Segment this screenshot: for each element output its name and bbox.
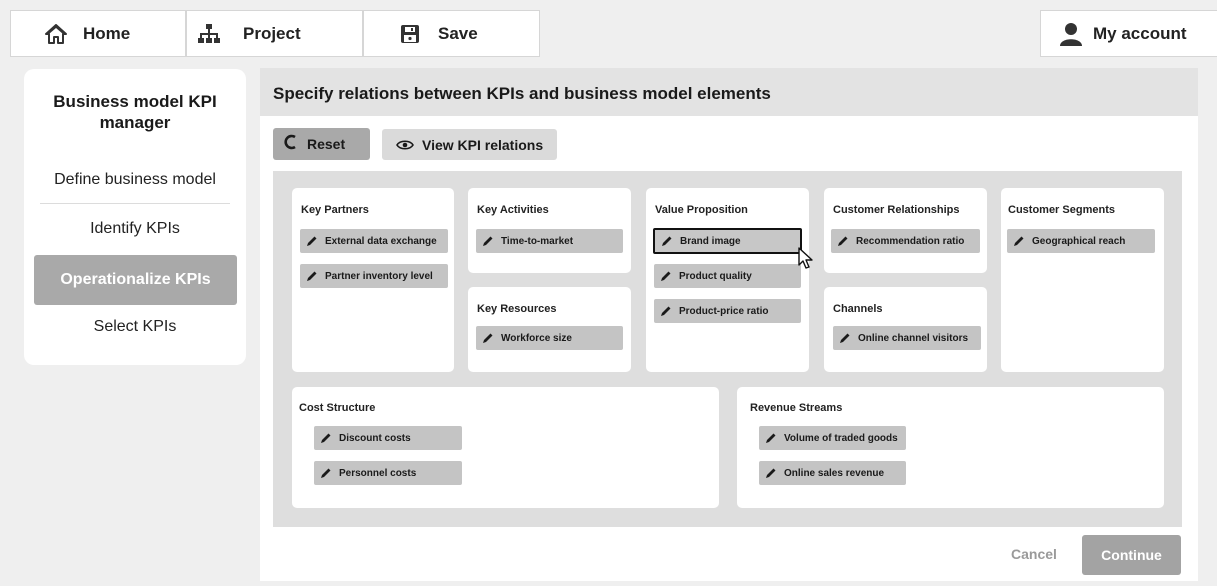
pencil-icon: [482, 235, 494, 247]
channels-card: Channels Online channel visitors: [824, 287, 987, 372]
reset-icon: [283, 133, 297, 156]
revenue-streams-card: Revenue Streams Volume of traded goods O…: [737, 387, 1164, 508]
eye-icon: [396, 139, 414, 151]
kpi-label: Product quality: [679, 270, 752, 282]
sidebar-title: Business model KPI manager: [53, 92, 217, 132]
sidebar-item-identify-kpis[interactable]: Identify KPIs: [24, 220, 246, 238]
pencil-icon: [320, 467, 332, 479]
kpi-chip-partner-inventory-level[interactable]: Partner inventory level: [300, 264, 448, 288]
channels-title: Channels: [833, 303, 883, 315]
customer-relationships-title: Customer Relationships: [833, 204, 960, 216]
value-proposition-card: Value Proposition Brand image Product qu…: [646, 188, 809, 372]
project-button[interactable]: Project: [186, 10, 363, 57]
revenue-streams-title: Revenue Streams: [750, 402, 843, 414]
kpi-label: Discount costs: [339, 432, 411, 444]
sitemap-icon: [197, 23, 221, 45]
cost-structure-card: Cost Structure Discount costs Personnel …: [292, 387, 719, 508]
kpi-label: Time-to-market: [501, 235, 574, 247]
home-button[interactable]: Home: [10, 10, 186, 57]
kpi-chip-brand-image[interactable]: Brand image: [653, 228, 802, 254]
kpi-chip-product-price-ratio[interactable]: Product-price ratio: [654, 299, 801, 323]
sidebar: Business model KPI manager Define busine…: [24, 69, 246, 365]
home-icon: [45, 23, 67, 44]
page-title: Specify relations between KPIs and busin…: [260, 68, 1198, 116]
main-panel: Specify relations between KPIs and busin…: [260, 68, 1198, 581]
home-label: Home: [83, 23, 131, 43]
key-partners-card: Key Partners External data exchange Part…: [292, 188, 454, 372]
kpi-chip-discount-costs[interactable]: Discount costs: [314, 426, 462, 450]
kpi-label: Workforce size: [501, 332, 572, 344]
reset-label: Reset: [307, 136, 346, 152]
kpi-chip-volume-of-traded-goods[interactable]: Volume of traded goods: [759, 426, 906, 450]
view-kpi-relations-label: View KPI relations: [422, 136, 544, 153]
pencil-icon: [765, 432, 777, 444]
pencil-icon: [306, 235, 318, 247]
pencil-icon: [1013, 235, 1025, 247]
kpi-chip-geographical-reach[interactable]: Geographical reach: [1007, 229, 1155, 253]
kpi-label: Partner inventory level: [325, 270, 433, 282]
user-icon: [1059, 22, 1083, 46]
kpi-label: Volume of traded goods: [784, 432, 898, 444]
kpi-chip-time-to-market[interactable]: Time-to-market: [476, 229, 623, 253]
kpi-label: Brand image: [680, 235, 741, 247]
sidebar-divider: [40, 203, 230, 204]
project-label: Project: [243, 23, 301, 43]
key-activities-card: Key Activities Time-to-market: [468, 188, 631, 273]
kpi-label: Personnel costs: [339, 467, 417, 479]
pencil-icon: [661, 235, 673, 247]
account-label: My account: [1093, 23, 1187, 43]
pencil-icon: [660, 305, 672, 317]
sidebar-item-define-business-model[interactable]: Define business model: [24, 171, 246, 189]
pencil-icon: [660, 270, 672, 282]
kpi-chip-online-sales-revenue[interactable]: Online sales revenue: [759, 461, 906, 485]
key-activities-title: Key Activities: [477, 204, 549, 216]
business-model-canvas: Key Partners External data exchange Part…: [273, 171, 1182, 527]
key-partners-title: Key Partners: [301, 204, 369, 216]
key-resources-card: Key Resources Workforce size: [468, 287, 631, 372]
kpi-chip-recommendation-ratio[interactable]: Recommendation ratio: [831, 229, 980, 253]
kpi-label: Geographical reach: [1032, 235, 1126, 247]
pencil-icon: [320, 432, 332, 444]
cost-structure-title: Cost Structure: [299, 402, 376, 414]
customer-segments-card: Customer Segments Geographical reach: [1001, 188, 1164, 372]
pencil-icon: [306, 270, 318, 282]
customer-segments-title: Customer Segments: [1008, 204, 1115, 216]
top-navigation-bar: Home Project Save My account: [10, 10, 1217, 57]
kpi-chip-personnel-costs[interactable]: Personnel costs: [314, 461, 462, 485]
reset-button[interactable]: Reset: [273, 128, 370, 160]
pencil-icon: [482, 332, 494, 344]
pencil-icon: [765, 467, 777, 479]
save-label: Save: [438, 23, 478, 43]
kpi-chip-external-data-exchange[interactable]: External data exchange: [300, 229, 448, 253]
save-icon: [400, 24, 420, 44]
kpi-label: Online sales revenue: [784, 467, 885, 479]
save-button[interactable]: Save: [363, 10, 540, 57]
continue-button[interactable]: Continue: [1082, 535, 1181, 575]
pencil-icon: [839, 332, 851, 344]
sidebar-item-operationalize-kpis[interactable]: Operationalize KPIs: [34, 255, 237, 305]
kpi-label: Recommendation ratio: [856, 235, 965, 247]
cancel-button[interactable]: Cancel: [1011, 546, 1057, 562]
view-kpi-relations-button[interactable]: View KPI relations: [382, 129, 557, 160]
key-resources-title: Key Resources: [477, 303, 557, 315]
kpi-chip-product-quality[interactable]: Product quality: [654, 264, 801, 288]
pencil-icon: [837, 235, 849, 247]
sidebar-item-select-kpis[interactable]: Select KPIs: [24, 318, 246, 336]
kpi-chip-online-channel-visitors[interactable]: Online channel visitors: [833, 326, 981, 350]
mouse-cursor-icon: [798, 247, 816, 276]
kpi-chip-workforce-size[interactable]: Workforce size: [476, 326, 623, 350]
value-proposition-title: Value Proposition: [655, 204, 748, 216]
kpi-label: Product-price ratio: [679, 305, 769, 317]
customer-relationships-card: Customer Relationships Recommendation ra…: [824, 188, 987, 273]
my-account-button[interactable]: My account: [1040, 10, 1217, 57]
kpi-label: Online channel visitors: [858, 332, 969, 344]
kpi-label: External data exchange: [325, 235, 437, 247]
